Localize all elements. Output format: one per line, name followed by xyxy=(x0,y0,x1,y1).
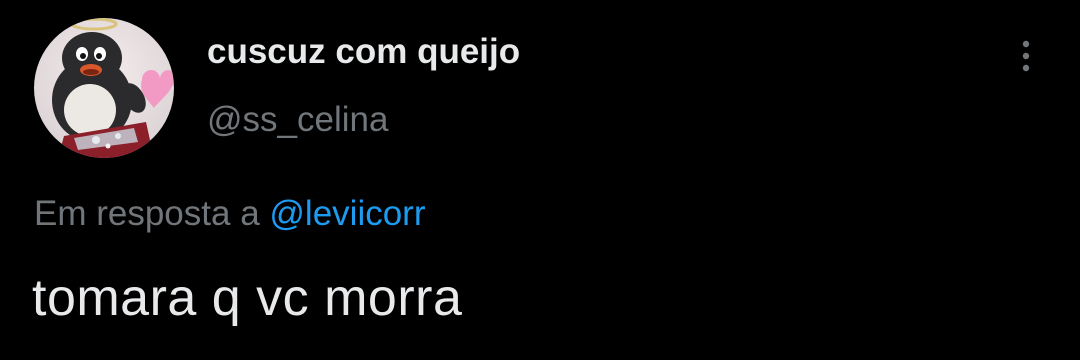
reply-context: Em resposta a @leviicorr xyxy=(34,194,426,234)
tweet-text: tomara q vc morra xyxy=(32,269,463,327)
reply-prefix: Em resposta a xyxy=(34,194,260,233)
more-options-button[interactable] xyxy=(1008,36,1044,76)
user-handle[interactable]: @ss_celina xyxy=(207,100,388,140)
display-name[interactable]: cuscuz com queijo xyxy=(207,32,520,72)
more-vertical-icon xyxy=(1022,40,1030,72)
reply-mention-link[interactable]: @leviicorr xyxy=(269,194,425,233)
penguin-avatar-icon xyxy=(34,18,174,158)
avatar[interactable] xyxy=(34,18,174,158)
